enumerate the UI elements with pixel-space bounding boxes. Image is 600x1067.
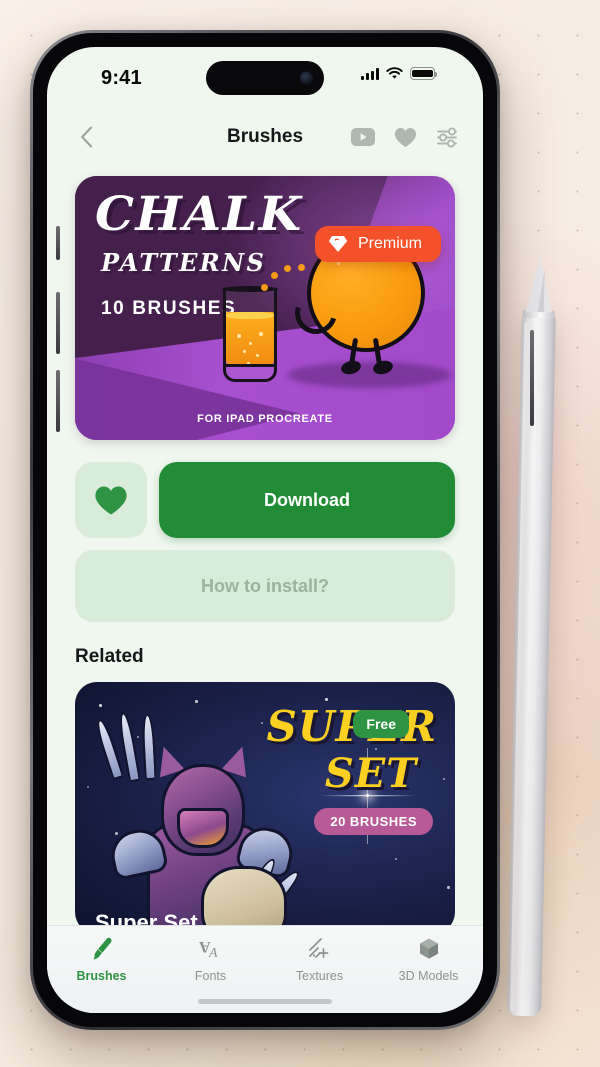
bottom-tab-bar: Brushes A A Fonts Textures 3D Models [47, 925, 483, 1013]
action-row: Download [75, 462, 455, 538]
premium-badge[interactable]: Premium [314, 226, 441, 262]
status-bar: 9:41 [47, 47, 483, 109]
premium-badge-label: Premium [357, 235, 422, 252]
super-set-title-line2: SET [324, 750, 417, 797]
chalk-patterns-hero-card[interactable]: CHALK PATTERNS 10 BRUSHES FOR IPAD PROCR… [75, 176, 455, 440]
texture-icon [308, 938, 328, 958]
tab-3d-models[interactable]: 3D Models [374, 936, 483, 983]
brush-count-badge: 20 BRUSHES [314, 808, 433, 835]
juice-glass-illustration [222, 286, 278, 382]
super-set-card-name: Super Set [95, 910, 198, 925]
diamond-icon [328, 236, 348, 252]
status-time: 9:41 [101, 67, 142, 89]
scroll-content[interactable]: CHALK PATTERNS 10 BRUSHES FOR IPAD PROCR… [47, 165, 483, 925]
back-button[interactable] [71, 122, 101, 152]
svg-text:A: A [208, 946, 218, 961]
hero-brush-count: 10 BRUSHES [101, 298, 237, 319]
volume-down-button[interactable] [56, 370, 60, 432]
hero-title: CHALK [95, 187, 303, 242]
cellular-bars-icon [361, 67, 379, 80]
silent-switch[interactable] [56, 226, 60, 260]
navigation-bar: Brushes [47, 109, 483, 165]
cube-icon [419, 938, 438, 959]
paintbrush-icon [92, 937, 112, 960]
super-set-related-card[interactable]: SUPER SET Free 20 BRUSHES Super Set [75, 682, 455, 925]
tab-fonts-label: Fonts [194, 969, 227, 983]
hero-subtitle: PATTERNS [101, 248, 267, 277]
phone-screen: 9:41 Brushes CHALK PATTERNS 10 BRUSHES F… [47, 47, 483, 1013]
wifi-icon [386, 67, 403, 79]
download-button[interactable]: Download [159, 462, 455, 538]
tab-textures[interactable]: Textures [265, 936, 374, 983]
heart-icon [95, 485, 127, 515]
knight-character-illustration [93, 711, 309, 925]
chevron-left-icon [80, 126, 92, 148]
heart-icon[interactable] [394, 127, 417, 148]
free-badge: Free [353, 710, 409, 738]
tab-fonts[interactable]: A A Fonts [156, 936, 265, 983]
tab-brushes-label: Brushes [76, 969, 127, 983]
related-heading: Related [75, 646, 144, 667]
download-button-label: Download [264, 489, 350, 510]
battery-full-icon [410, 67, 438, 80]
dynamic-island [206, 61, 324, 95]
tab-3d-models-label: 3D Models [398, 969, 459, 983]
phone-bezel: 9:41 Brushes CHALK PATTERNS 10 BRUSHES F… [33, 33, 497, 1027]
how-to-install-label: How to install? [201, 575, 329, 596]
phone-device-frame: 9:41 Brushes CHALK PATTERNS 10 BRUSHES F… [30, 30, 534, 1030]
tab-textures-label: Textures [295, 969, 344, 983]
camera-lens [300, 71, 313, 85]
volume-up-button[interactable] [56, 292, 60, 354]
nav-actions [351, 126, 459, 148]
hero-footer-note: FOR IPAD PROCREATE [197, 413, 333, 425]
home-indicator[interactable] [198, 999, 332, 1004]
tab-brushes[interactable]: Brushes [47, 936, 156, 983]
how-to-install-button[interactable]: How to install? [75, 550, 455, 622]
power-button[interactable] [530, 330, 534, 426]
favorite-button[interactable] [75, 462, 147, 538]
sliders-icon[interactable] [436, 126, 459, 148]
font-aa-icon: A A [198, 938, 218, 961]
youtube-icon[interactable] [351, 128, 375, 146]
